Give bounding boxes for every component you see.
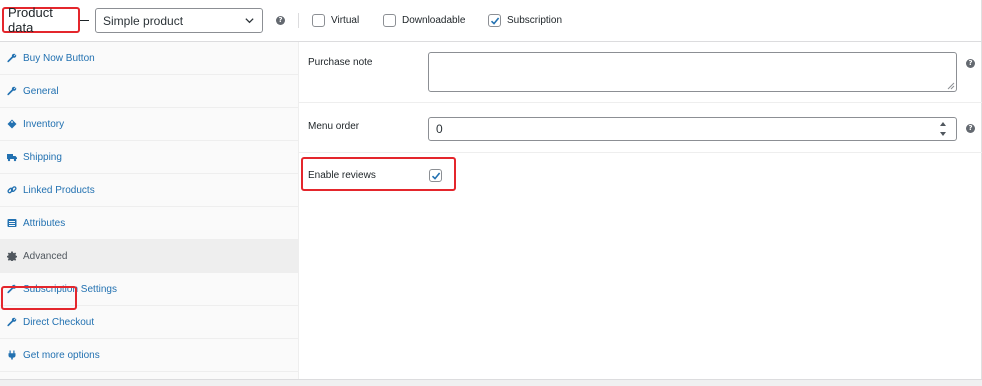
tag-icon [7,119,17,129]
subscription-label[interactable]: Subscription [507,15,562,26]
menu-order-input[interactable]: 0 [428,117,957,141]
product-type-value: Simple product [103,13,184,28]
header-divider [298,13,299,28]
plugin-icon [7,350,17,360]
subscription-checkbox[interactable] [488,14,501,27]
product-data-tabs: Buy Now Button General Inventory Shippin… [0,42,299,379]
enable-reviews-highlight [301,157,456,191]
resize-grip-icon[interactable] [947,82,955,90]
purchase-note-row: Purchase note ? [299,42,982,103]
product-type-help-icon[interactable]: ? [276,16,285,25]
annotation-connector [80,20,89,21]
wrench-icon [7,53,17,63]
virtual-label[interactable]: Virtual [331,15,359,26]
gear-icon [7,251,17,261]
product-data-title: Product data [8,5,53,35]
wrench-icon [7,317,17,327]
product-data-title-highlight: Product data [2,5,80,35]
tab-label: Attributes [23,217,66,229]
tab-buy-now-button[interactable]: Buy Now Button [0,42,298,75]
advanced-tab-highlight [1,286,77,310]
product-data-panel: Product data Simple product ? Virtual Do… [0,0,982,386]
tab-label: Direct Checkout [23,316,95,328]
link-icon [7,185,17,195]
tab-label: Advanced [23,250,68,262]
chevron-down-icon [245,18,254,24]
tab-label: Buy Now Button [23,52,95,64]
wrench-icon [7,86,17,96]
tab-inventory[interactable]: Inventory [0,108,298,141]
list-icon [7,218,17,228]
tab-label: Shipping [23,151,62,163]
checkmark-icon [490,17,500,25]
tab-shipping[interactable]: Shipping [0,141,298,174]
tab-label: General [23,85,59,97]
tab-attributes[interactable]: Attributes [0,207,298,240]
tab-advanced[interactable]: Advanced [0,240,298,273]
tab-label: Linked Products [23,184,95,196]
panel-bottom-bar [0,379,982,386]
tab-general[interactable]: General [0,75,298,108]
product-data-header: Product data Simple product ? Virtual Do… [0,0,982,42]
spinner-arrows-icon[interactable] [939,120,947,138]
purchase-note-label: Purchase note [308,57,373,68]
tab-linked-products[interactable]: Linked Products [0,174,298,207]
menu-order-help-icon[interactable]: ? [966,124,975,133]
purchase-note-textarea[interactable] [428,52,957,92]
advanced-options-panel: Purchase note ? Menu order 0 ? Enable re… [299,42,982,379]
downloadable-checkbox[interactable] [383,14,396,27]
tab-label: Get more options [23,349,100,361]
menu-order-label: Menu order [308,121,360,132]
tab-get-more-options[interactable]: Get more options [0,339,298,372]
truck-icon [7,152,17,162]
tab-direct-checkout[interactable]: Direct Checkout [0,306,298,339]
product-type-select[interactable]: Simple product [95,8,263,33]
purchase-note-help-icon[interactable]: ? [966,59,975,68]
virtual-checkbox[interactable] [312,14,325,27]
tab-label: Inventory [23,118,65,130]
downloadable-label[interactable]: Downloadable [402,15,465,26]
menu-order-value: 0 [436,122,443,136]
